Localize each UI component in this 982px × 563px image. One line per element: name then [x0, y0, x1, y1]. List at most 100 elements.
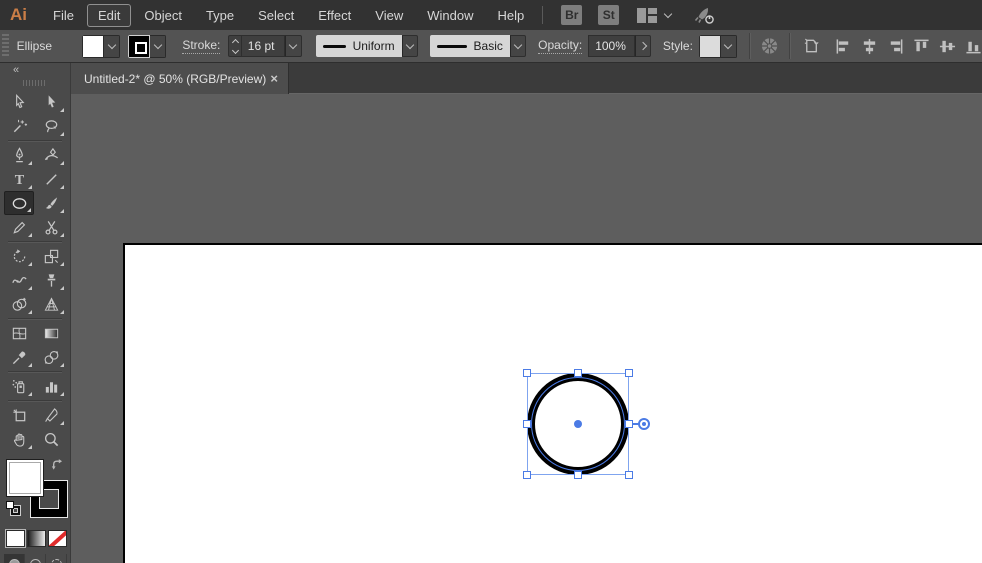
tab-close-icon[interactable]: ×: [270, 71, 278, 86]
draw-behind-button[interactable]: [25, 554, 46, 563]
tool-blend[interactable]: [36, 345, 66, 369]
draw-inside-button[interactable]: [46, 554, 67, 563]
menu-select[interactable]: Select: [247, 4, 305, 27]
align-left-icon[interactable]: [835, 38, 852, 55]
draw-normal-button[interactable]: [4, 554, 25, 563]
width-profile-dropdown[interactable]: Uniform: [315, 35, 402, 57]
opacity-label[interactable]: Opacity:: [538, 38, 583, 54]
handle-top-left[interactable]: [523, 369, 531, 377]
handle-bottom-center[interactable]: [574, 471, 582, 479]
collapse-panel-icon[interactable]: «: [0, 63, 70, 78]
menu-effect[interactable]: Effect: [307, 4, 362, 27]
workspace-switcher-icon[interactable]: [637, 7, 658, 23]
menu-type[interactable]: Type: [195, 4, 245, 27]
brush-dropdown-button[interactable]: [509, 35, 527, 57]
tool-curvature[interactable]: [36, 143, 66, 167]
tool-paintbrush[interactable]: [36, 191, 66, 215]
style-dropdown-button[interactable]: [720, 34, 738, 58]
tool-direct-selection[interactable]: [36, 90, 66, 114]
graphic-style-control[interactable]: [698, 34, 738, 58]
stroke-color-control[interactable]: [128, 34, 167, 58]
handle-top-right[interactable]: [625, 369, 633, 377]
stepper-up-icon[interactable]: [231, 38, 239, 46]
controlbar-grip[interactable]: [2, 34, 9, 58]
fill-dropdown-button[interactable]: [103, 34, 121, 58]
fill-swatch[interactable]: [82, 34, 104, 58]
opacity-expand-button[interactable]: [634, 35, 651, 57]
tool-artboard[interactable]: [4, 403, 34, 427]
tool-puppet-warp[interactable]: [36, 268, 66, 292]
toolbar-grip[interactable]: [23, 80, 47, 86]
tool-selection[interactable]: [4, 90, 34, 114]
type-tool-icon: T: [14, 172, 24, 188]
align-to-selection-icon[interactable]: [802, 36, 823, 56]
tool-line-segment[interactable]: [36, 167, 66, 191]
tool-type[interactable]: T: [4, 167, 34, 191]
tool-magic-wand[interactable]: [4, 114, 34, 138]
handle-middle-right[interactable]: [625, 420, 633, 428]
stroke-weight-stepper[interactable]: [228, 35, 241, 57]
handle-bottom-right[interactable]: [625, 471, 633, 479]
bridge-button[interactable]: Br: [561, 5, 583, 25]
tool-eyedropper[interactable]: [4, 345, 34, 369]
tool-perspective-grid[interactable]: [36, 292, 66, 316]
tool-pencil[interactable]: [4, 215, 34, 239]
menu-file[interactable]: File: [42, 4, 85, 27]
profile-preview-line: [322, 44, 346, 48]
canvas-area[interactable]: [71, 94, 982, 563]
stroke-swatch[interactable]: [128, 34, 151, 58]
tool-ellipse[interactable]: [4, 191, 34, 215]
color-fill-button[interactable]: [5, 529, 26, 548]
stepper-down-icon[interactable]: [231, 46, 239, 54]
tool-hand[interactable]: [4, 427, 34, 451]
profile-dropdown-button[interactable]: [401, 35, 418, 57]
menu-object[interactable]: Object: [133, 4, 193, 27]
menu-edit[interactable]: Edit: [86, 3, 132, 27]
menu-view[interactable]: View: [364, 4, 414, 27]
none-fill-button[interactable]: [48, 530, 67, 547]
stroke-dropdown-button[interactable]: [150, 34, 167, 58]
default-fill-stroke-icon[interactable]: [6, 501, 21, 515]
shape-center-point[interactable]: [574, 420, 582, 428]
align-right-icon[interactable]: [887, 38, 904, 55]
stroke-weight-label[interactable]: Stroke:: [182, 38, 221, 54]
rocket-icon: [695, 8, 715, 24]
align-horizontal-center-icon[interactable]: [861, 38, 878, 55]
stroke-weight-value[interactable]: 16 pt: [240, 35, 286, 57]
brush-definition-dropdown[interactable]: Basic: [429, 35, 510, 57]
stroke-weight-dropdown[interactable]: [285, 35, 302, 57]
handle-bottom-left[interactable]: [523, 471, 531, 479]
tool-scissors[interactable]: [36, 215, 66, 239]
fill-proxy-swatch[interactable]: [6, 459, 44, 497]
opacity-value[interactable]: 100%: [588, 35, 635, 57]
tool-width[interactable]: [4, 268, 34, 292]
swap-fill-stroke-icon[interactable]: [51, 458, 66, 473]
stock-button[interactable]: St: [598, 5, 620, 25]
pie-angle-widget[interactable]: [638, 418, 650, 430]
handle-top-center[interactable]: [574, 369, 582, 377]
workspace-chevron-icon[interactable]: [663, 9, 673, 19]
tool-column-graph[interactable]: [36, 374, 66, 398]
fill-color-control[interactable]: [82, 34, 121, 58]
align-vertical-center-icon[interactable]: [939, 38, 956, 55]
tool-rotate[interactable]: [4, 244, 34, 268]
tool-gradient[interactable]: [36, 321, 66, 345]
document-tab[interactable]: Untitled-2* @ 50% (RGB/Preview) ×: [71, 63, 289, 94]
style-swatch[interactable]: [698, 34, 721, 58]
tool-shape-builder[interactable]: [4, 292, 34, 316]
menu-help[interactable]: Help: [486, 4, 535, 27]
menu-window[interactable]: Window: [416, 4, 484, 27]
tool-zoom[interactable]: [36, 427, 66, 451]
tool-slice[interactable]: [36, 403, 66, 427]
handle-middle-left[interactable]: [523, 420, 531, 428]
tool-symbol-sprayer[interactable]: [4, 374, 34, 398]
align-top-icon[interactable]: [913, 38, 930, 55]
gradient-fill-button[interactable]: [27, 530, 46, 547]
tool-pen[interactable]: [4, 143, 34, 167]
gpu-performance-icon[interactable]: [693, 5, 715, 25]
align-bottom-icon[interactable]: [965, 38, 982, 55]
tool-mesh[interactable]: [4, 321, 34, 345]
tool-scale[interactable]: [36, 244, 66, 268]
tool-lasso[interactable]: [36, 114, 66, 138]
recolor-artwork-icon[interactable]: [760, 36, 779, 56]
